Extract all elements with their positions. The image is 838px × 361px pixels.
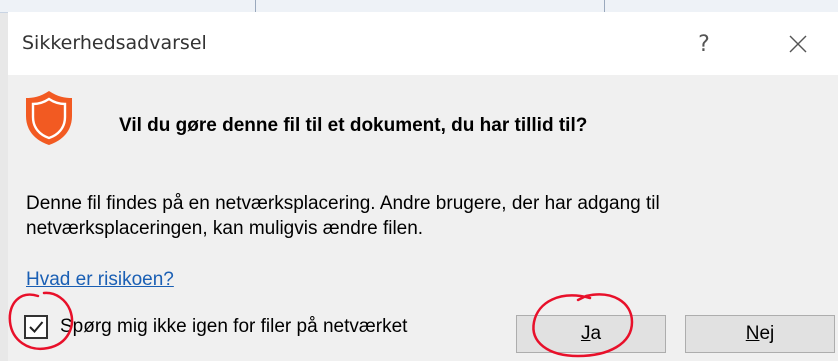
- title-bar: Sikkerhedsadvarsel ?: [8, 12, 838, 75]
- yes-label-rest: a: [590, 323, 602, 344]
- background-divider: [255, 0, 256, 12]
- dont-ask-again-label: Spørg mig ikke igen for filer på netværk…: [60, 316, 408, 337]
- dont-ask-again-checkbox[interactable]: [24, 315, 48, 339]
- no-button[interactable]: Nej: [685, 315, 835, 353]
- message-line-2: netværksplaceringen, kan muligvis ændre …: [26, 218, 424, 239]
- background-divider: [604, 0, 605, 12]
- close-button[interactable]: [778, 26, 818, 62]
- no-accelerator: N: [745, 323, 760, 344]
- checkmark-icon: [29, 321, 44, 333]
- dialog-title: Sikkerhedsadvarsel: [22, 32, 207, 54]
- no-label-rest: ej: [759, 323, 775, 344]
- dont-ask-again-row[interactable]: Spørg mig ikke igen for filer på netværk…: [18, 310, 407, 344]
- question-text: Vil du gøre denne fil til et dokument, d…: [119, 115, 588, 136]
- help-button[interactable]: ?: [684, 26, 724, 62]
- shield-icon: [26, 91, 72, 145]
- message-body: Denne fil findes på en netværksplacering…: [26, 191, 826, 241]
- help-icon: ?: [698, 31, 710, 57]
- risk-link[interactable]: Hvad er risikoen?: [26, 269, 174, 291]
- close-icon: [789, 35, 807, 53]
- screen: Sikkerhedsadvarsel ? Vil du gøre denne f…: [0, 0, 838, 361]
- yes-button[interactable]: Ja: [516, 315, 666, 353]
- security-warning-dialog: Sikkerhedsadvarsel ? Vil du gøre denne f…: [8, 12, 838, 361]
- message-line-1: Denne fil findes på en netværksplacering…: [26, 193, 660, 214]
- yes-accelerator: J: [580, 323, 591, 344]
